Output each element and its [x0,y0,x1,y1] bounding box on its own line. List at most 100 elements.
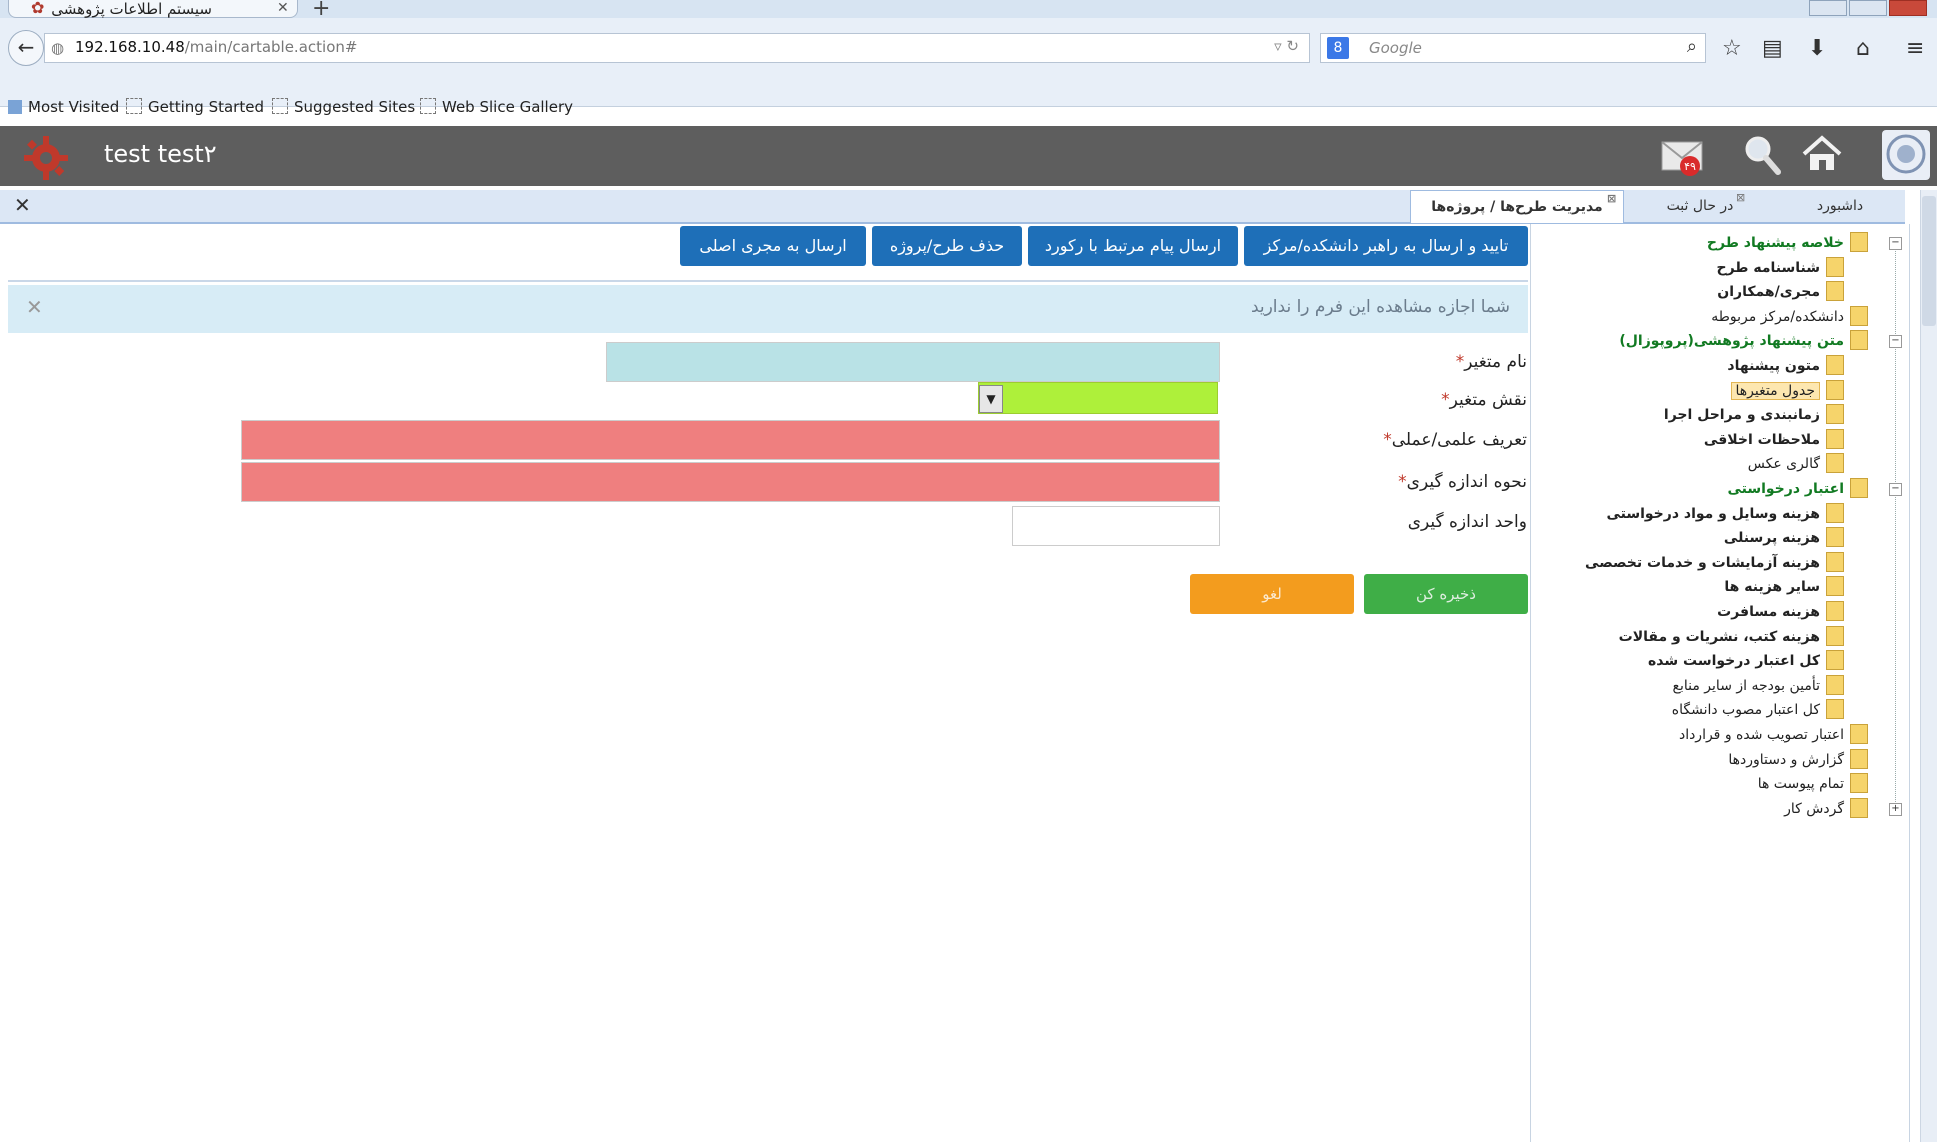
bookmark-suggested-sites[interactable]: Suggested Sites [272,98,415,116]
tree-item-label: تأمین بودجه از سایر منابع [1672,677,1820,694]
folder-icon [1850,232,1868,252]
folder-icon [1826,428,1844,449]
tree-item[interactable]: متن پیشنهاد پژوهشی(پروپوزال) [1619,330,1868,354]
tree-item[interactable]: تمام پیوست ها [1758,773,1868,797]
tree-item[interactable]: اعتبار درخواستی [1727,478,1868,502]
university-logo-icon [1882,130,1930,180]
tree-item[interactable]: ملاحظات اخلاقی [1704,428,1844,453]
menu-icon[interactable]: ≡ [1906,36,1924,61]
tree-item[interactable]: سایر هزینه ها [1724,576,1844,600]
tree-item[interactable]: هزینه کتب، نشریات و مقالات [1618,625,1844,650]
delete-project-button[interactable]: حذف طرح/پروژه [872,226,1022,266]
tree-item[interactable]: تأمین بودجه از سایر منابع [1672,674,1844,699]
tab-project-management[interactable]: ⊠ مدیریت طرح‌ها / پروژه‌ها [1410,190,1624,223]
folder-icon [1826,699,1844,720]
window-controls [1807,0,1927,20]
tree-item[interactable]: کل اعتبار درخواست شده [1648,650,1844,674]
tree-item[interactable]: مجری/همکاران [1717,281,1844,305]
download-icon[interactable]: ⬇ [1808,36,1826,61]
scrollbar[interactable] [1920,190,1937,1142]
tree-item[interactable]: هزینه وسایل و مواد درخواستی [1606,502,1844,527]
folder-icon [1850,478,1868,498]
back-button[interactable]: ← [8,30,44,66]
reload-icon[interactable]: ▿ ↻ [1274,37,1299,55]
tab-close-icon[interactable]: ⊠ [1607,183,1616,215]
bookmark-most-visited[interactable]: Most Visited [8,98,119,116]
home-icon[interactable]: ⌂ [1856,36,1870,61]
tree-item[interactable]: هزینه مسافرت [1717,601,1844,625]
mail-icon[interactable]: ۴۹ [1660,134,1704,178]
tree-item[interactable]: متون پیشنهاد [1727,355,1844,379]
tree-item[interactable]: خلاصه پیشنهاد طرح [1707,232,1868,256]
search-bar[interactable]: 8 Google ⌕ [1320,33,1706,63]
folder-icon [1850,773,1868,794]
search-icon[interactable] [1740,132,1784,176]
bookmark-getting-started[interactable]: Getting Started [126,98,264,116]
scroll-thumb[interactable] [1922,196,1936,326]
folder-icon [1826,625,1844,646]
username: test test۲ [104,140,217,168]
measurement-unit-input[interactable] [1012,506,1220,546]
reading-list-icon[interactable]: ▤ [1762,36,1783,61]
tree-item[interactable]: گالری عکس [1748,453,1844,477]
home-icon[interactable] [1800,132,1844,176]
tree-item-label: شناسنامه طرح [1716,259,1821,276]
tree-item-label: متن پیشنهاد پژوهشی(پروپوزال) [1619,333,1844,350]
collapse-icon[interactable]: − [1889,335,1902,349]
minimize-button[interactable] [1809,0,1847,16]
collapse-icon[interactable]: − [1889,483,1902,496]
maximize-button[interactable] [1849,0,1887,16]
browser-tab-bar: ✿ سیستم اطلاعات پژوهشی ✕ + [0,0,1937,21]
close-all-icon[interactable]: ✕ [14,193,31,217]
folder-icon [1826,576,1844,597]
send-message-button[interactable]: ارسال پیام مرتبط با رکورد [1028,226,1238,266]
tree-item[interactable]: شناسنامه طرح [1716,256,1844,281]
variable-name-input[interactable] [606,342,1220,382]
folder-icon [1826,355,1844,375]
browser-tab[interactable]: ✿ سیستم اطلاعات پژوهشی ✕ [8,0,298,18]
folder-icon [1826,527,1844,548]
confirm-send-button[interactable]: تایید و ارسال به راهبر دانشکده/مرکز [1244,226,1528,266]
tree-item[interactable]: اعتبار تصویب شده و قرارداد [1679,724,1868,748]
tree-item-label: گردش کار [1784,800,1844,817]
tree-item[interactable]: دانشکده/مرکز مربوطه [1711,305,1868,330]
bookmark-folder-icon [8,100,22,114]
send-to-main-executor-button[interactable]: ارسال به مجری اصلی [680,226,866,266]
measurement-method-input[interactable] [241,462,1220,502]
save-button[interactable]: ذخیره کن [1364,574,1528,614]
tree-item[interactable]: گردش کار [1784,797,1868,822]
tab-close-icon[interactable]: ⊠ [1736,182,1745,214]
tab-dashboard[interactable]: داشبورد [1775,190,1905,222]
tree-item-label: مجری/همکاران [1717,284,1820,301]
cancel-button[interactable]: لغو [1190,574,1354,614]
variable-role-select[interactable]: ▼ [978,382,1218,414]
tree-item[interactable]: زمانبندی و مراحل اجرا [1664,404,1844,428]
tree-item-label: هزینه کتب، نشریات و مقالات [1618,628,1820,645]
tree-item[interactable]: هزینه آزمایشات و خدمات تخصصی [1585,551,1844,576]
folder-icon [1850,330,1868,351]
folder-icon [1826,256,1844,277]
bookmark-star-icon[interactable]: ☆ [1722,36,1742,61]
tree-item[interactable]: جدول متغیرها [1730,379,1844,404]
tree-item-label: هزینه مسافرت [1717,604,1820,620]
chevron-down-icon[interactable]: ▼ [979,385,1003,413]
folder-icon [1850,748,1868,769]
folder-icon [1826,650,1844,671]
google-engine-icon[interactable]: 8 [1327,37,1349,59]
tree-item[interactable]: هزینه پرسنلی [1724,527,1844,551]
tree-item[interactable]: گزارش و دستاوردها [1728,748,1868,773]
close-tab-icon[interactable]: ✕ [277,0,289,16]
folder-icon [1826,502,1844,523]
globe-icon: ◍ [51,39,65,57]
bookmark-web-slice-gallery[interactable]: Web Slice Gallery [420,98,573,116]
close-icon[interactable]: ✕ [26,295,43,319]
page-icon [420,98,436,114]
definition-input[interactable] [241,420,1220,460]
url-bar[interactable]: ◍ 192.168.10.48/main/cartable.action# ▿ … [44,33,1310,63]
search-icon[interactable]: ⌕ [1687,36,1697,57]
close-window-button[interactable] [1889,0,1927,16]
expand-icon[interactable]: + [1889,802,1902,816]
tree-item[interactable]: کل اعتبار مصوب دانشگاه [1672,699,1844,723]
tab-in-progress[interactable]: ⊠ در حال ثبت [1630,190,1770,222]
collapse-icon[interactable]: − [1889,237,1902,250]
